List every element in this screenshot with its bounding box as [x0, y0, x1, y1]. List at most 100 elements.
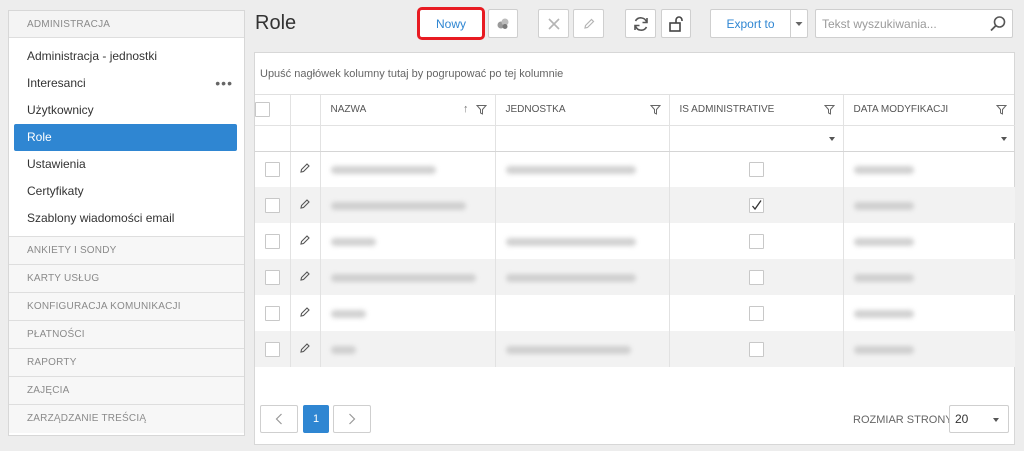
row-select-cell: [255, 259, 291, 295]
row-select-cell: [255, 295, 291, 331]
row-checkbox[interactable]: [264, 161, 280, 177]
chevron-left-icon: [275, 413, 282, 425]
close-icon: [547, 17, 560, 30]
filter-icon[interactable]: [649, 104, 661, 115]
sidebar-item-label: Użytkownicy: [27, 103, 94, 117]
section-ankiety[interactable]: ANKIETY I SONDY: [9, 237, 244, 265]
chevron-down-icon: [828, 136, 835, 141]
pencil-icon[interactable]: [299, 342, 311, 354]
sort-ascending-icon[interactable]: ↑: [463, 103, 469, 115]
cell-nazwa: [320, 259, 496, 295]
section-administracja[interactable]: ADMINISTRACJA: [9, 11, 244, 38]
is-admin-checkbox: [748, 269, 764, 285]
row-edit-cell: [290, 331, 321, 367]
edit-column-header: [290, 95, 321, 126]
section-platnosci[interactable]: PŁATNOŚCI: [9, 321, 244, 349]
column-header-nazwa[interactable]: NAZWA ↑: [320, 95, 496, 126]
table-row[interactable]: [255, 223, 1015, 259]
is-admin-checkbox: [748, 233, 764, 249]
sidebar-item-certyfikaty[interactable]: Certyfikaty: [14, 178, 237, 205]
cell-nazwa: [320, 331, 496, 367]
pencil-icon[interactable]: [299, 234, 311, 246]
cell-data-modyfikacji: [843, 151, 1015, 187]
table-row[interactable]: [255, 295, 1015, 331]
section-karty-uslug[interactable]: KARTY USŁUG: [9, 265, 244, 293]
redacted-text: [853, 345, 914, 354]
sidebar-item-role[interactable]: Role: [14, 124, 237, 151]
row-edit-cell: [290, 223, 321, 259]
row-edit-cell: [290, 187, 321, 223]
filter-icon[interactable]: [996, 104, 1007, 115]
redacted-text: [505, 237, 636, 246]
table-row[interactable]: [255, 151, 1015, 187]
pencil-icon[interactable]: [299, 306, 311, 318]
row-checkbox[interactable]: [264, 341, 280, 357]
filter-is-administrative-select[interactable]: [669, 125, 844, 152]
pencil-icon[interactable]: [299, 270, 311, 282]
sidebar-item-ustawienia[interactable]: Ustawienia: [14, 151, 237, 178]
filter-row: [255, 125, 1015, 152]
filter-data-modyfikacji-select[interactable]: [843, 125, 1015, 152]
chevron-down-icon: [993, 418, 999, 422]
column-header-data-modyfikacji[interactable]: DATA MODYFIKACJI: [843, 95, 1015, 126]
search-input[interactable]: [816, 10, 976, 37]
page-size-value: 20: [955, 412, 969, 426]
section-konfiguracja-komunikacji[interactable]: KONFIGURACJA KOMUNIKACJI: [9, 293, 244, 321]
delete-button[interactable]: [538, 9, 569, 38]
sidebar-item-administracja-jednostki[interactable]: Administracja - jednostki: [14, 43, 237, 70]
copy-button[interactable]: [488, 9, 518, 38]
sidebar-item-label: Szablony wiadomości email: [27, 211, 175, 225]
previous-page-button[interactable]: [260, 405, 298, 433]
cell-nazwa: [320, 187, 496, 223]
column-header-is-administrative[interactable]: IS ADMINISTRATIVE: [669, 95, 844, 126]
cell-jednostka: [495, 187, 670, 223]
row-checkbox[interactable]: [264, 305, 280, 321]
row-checkbox[interactable]: [264, 233, 280, 249]
pencil-icon[interactable]: [299, 198, 311, 210]
export-dropdown-button[interactable]: [790, 9, 808, 38]
sidebar-item-label: Administracja - jednostki: [27, 49, 158, 63]
sidebar-item-label: Role: [27, 130, 52, 144]
section-raporty[interactable]: RAPORTY: [9, 349, 244, 377]
edit-button[interactable]: [573, 9, 604, 38]
table-row[interactable]: [255, 187, 1015, 223]
row-checkbox[interactable]: [264, 197, 280, 213]
unlock-button[interactable]: [661, 9, 691, 38]
search-icon[interactable]: [989, 15, 1007, 33]
column-header-jednostka[interactable]: JEDNOSTKA: [495, 95, 670, 126]
more-options-icon[interactable]: •••: [215, 70, 233, 97]
section-zajecia[interactable]: ZAJĘCIA: [9, 377, 244, 405]
filter-jednostka-input[interactable]: [495, 125, 670, 152]
row-edit-cell: [290, 151, 321, 187]
filter-nazwa-input[interactable]: [320, 125, 496, 152]
sidebar-item-szablony-email[interactable]: Szablony wiadomości email: [14, 205, 237, 232]
pencil-icon[interactable]: [299, 162, 311, 174]
is-admin-checkbox: [748, 197, 764, 213]
sidebar-item-uzytkownicy[interactable]: Użytkownicy: [14, 97, 237, 124]
filter-icon[interactable]: [823, 104, 835, 115]
cell-nazwa: [320, 151, 496, 187]
page-button-current[interactable]: 1: [303, 405, 329, 433]
new-button[interactable]: Nowy: [417, 7, 485, 40]
cell-is-administrative: [669, 223, 844, 259]
group-by-panel[interactable]: Upuść nagłówek kolumny tutaj by pogrupow…: [255, 53, 1014, 95]
select-all-checkbox[interactable]: [255, 102, 270, 118]
row-checkbox[interactable]: [264, 269, 280, 285]
cell-jednostka: [495, 331, 670, 367]
is-admin-checkbox: [748, 341, 764, 357]
table-row[interactable]: [255, 331, 1015, 367]
column-header-label: IS ADMINISTRATIVE: [679, 104, 775, 116]
cell-is-administrative: [669, 151, 844, 187]
export-button[interactable]: Export to: [710, 9, 791, 38]
pencil-icon: [583, 18, 594, 29]
search-box: [815, 9, 1013, 38]
filter-icon[interactable]: [475, 104, 487, 115]
row-select-cell: [255, 187, 291, 223]
sidebar-item-interesanci[interactable]: Interesanci •••: [14, 70, 237, 97]
refresh-button[interactable]: [625, 9, 656, 38]
cell-data-modyfikacji: [843, 223, 1015, 259]
page-size-select[interactable]: 20: [949, 405, 1009, 433]
table-row[interactable]: [255, 259, 1015, 295]
next-page-button[interactable]: [333, 405, 371, 433]
section-zarzadzanie-trescia[interactable]: ZARZĄDZANIE TREŚCIĄ: [9, 405, 244, 433]
